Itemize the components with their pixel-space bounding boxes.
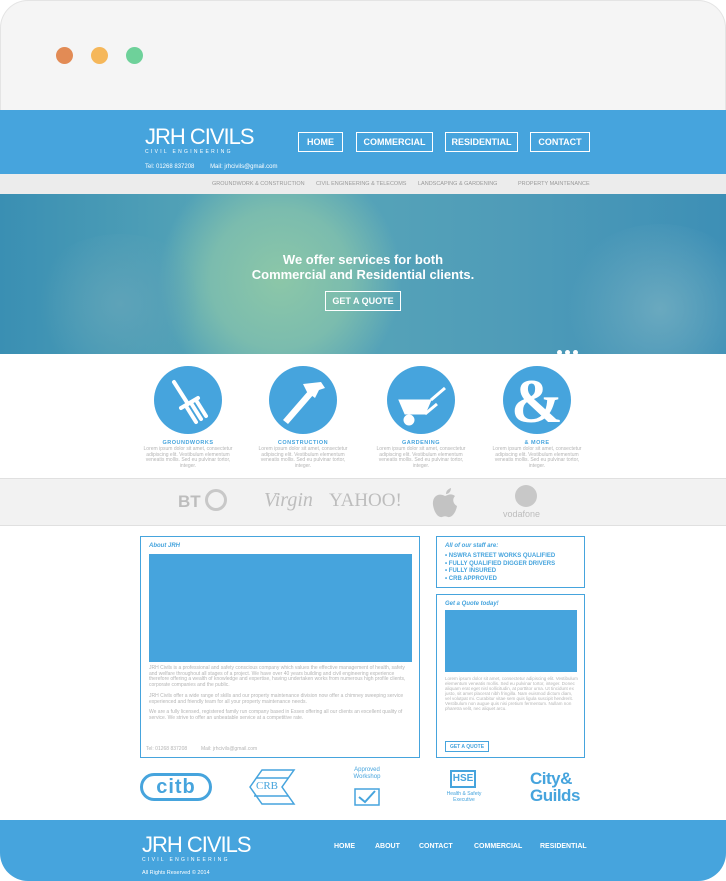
virgin-logo: Virgin [264, 489, 313, 511]
hero-heading-line1: We offer services for both [282, 252, 444, 267]
carousel-dot[interactable] [557, 350, 562, 354]
about-section: About JRH JRH Civils is a professional a… [140, 536, 420, 758]
list-item: • NSWRA STREET WORKS QUALIFIED [445, 553, 556, 559]
list-item: • FULLY INSURED [445, 568, 497, 574]
staff-qualifications-list: • NSWRA STREET WORKS QUALIFIED • FULLY Q… [445, 553, 555, 583]
city-guilds-logo: City& Guilds [530, 770, 580, 804]
footer-logo-subtitle: CIVIL ENGINEERING [142, 857, 230, 863]
subnav-groundwork[interactable]: GROUNDWORK & CONSTRUCTION [212, 181, 305, 187]
crb-text: CRB [256, 780, 279, 792]
fork-icon [154, 366, 222, 434]
vodafone-logo: vodafone [503, 509, 541, 519]
service-description: Lorem ipsum dolor sit amet, consectetur … [258, 446, 348, 469]
yahoo-logo: YAHOO! [329, 490, 402, 511]
staff-title: All of our staff are: [445, 543, 499, 549]
about-paragraph-2: JRH Civils offer a wide range of skills … [149, 693, 404, 705]
about-paragraph-3: We are a fully licensed, registered fami… [149, 709, 403, 721]
hero-heading-line2: Commercial and Residential clients. [251, 267, 475, 282]
hero-get-quote-button[interactable]: GET A QUOTE [325, 291, 401, 311]
nav-home[interactable]: HOME [298, 132, 343, 152]
site-header: JRH CIVILS CIVIL ENGINEERING Tel: 01268 … [0, 110, 726, 174]
header-phone: Tel: 01268 837208 [145, 164, 195, 170]
flower-image-right [560, 224, 726, 354]
carousel-dot[interactable] [573, 350, 578, 354]
browser-window: JRH CIVILS CIVIL ENGINEERING Tel: 01268 … [0, 0, 726, 881]
carousel-dot[interactable] [565, 350, 570, 354]
bt-globe-icon [205, 489, 227, 511]
about-email[interactable]: Mail: jrhcivils@gmail.com [201, 746, 257, 753]
header-contact: Tel: 01268 837208 Mail: jrhcivils@gmail.… [145, 164, 292, 170]
footer-link-residential[interactable]: RESIDENTIAL [540, 843, 587, 850]
about-phone: Tel: 01268 837208 [146, 746, 188, 752]
list-item: • FULLY QUALIFIED DIGGER DRIVERS [445, 560, 556, 567]
footer-copyright: All Rights Reserved © 2014 [142, 870, 210, 876]
quote-section: Get a Quote today! Lorem ipsum dolor sit… [436, 594, 585, 758]
footer-link-commercial[interactable]: COMMERCIAL [474, 843, 522, 850]
vodafone-icon [515, 485, 537, 507]
service-description: Lorem ipsum dolor sit amet, consectetur … [376, 446, 466, 469]
staff-section: All of our staff are: • NSWRA STREET WOR… [436, 536, 585, 588]
footer-link-contact[interactable]: CONTACT [419, 843, 453, 850]
service-construction[interactable]: CONSTRUCTION Lorem ipsum dolor sit amet,… [258, 366, 348, 469]
about-image-placeholder [149, 554, 412, 662]
nav-residential[interactable]: RESIDENTIAL [445, 132, 518, 152]
about-title: About JRH [149, 543, 180, 549]
nav-commercial[interactable]: COMMERCIAL [356, 132, 433, 152]
approved-workshop-label: Approved Workshop [353, 767, 381, 780]
hammer-icon [269, 366, 337, 434]
wheelbarrow-icon [387, 366, 455, 434]
hero-heading: We offer services for both Commercial an… [0, 252, 726, 282]
about-paragraph-1: JRH Civils is a professional and safety … [149, 665, 406, 688]
subnav-civil-engineering[interactable]: CIVIL ENGINEERING & TELECOMS [316, 181, 406, 187]
quote-title: Get a Quote today! [445, 601, 499, 607]
guilds-text: Guilds [530, 786, 580, 805]
footer-link-about[interactable]: ABOUT [375, 843, 400, 850]
footer-logo[interactable]: JRH CIVILS CIVIL ENGINEERING [142, 832, 252, 864]
quote-image-placeholder [445, 610, 577, 672]
close-window-dot[interactable] [56, 47, 73, 64]
logo-text: JRH CIVILS [145, 124, 255, 149]
city-text: City& [530, 769, 572, 788]
bt-logo: BT [178, 492, 201, 511]
service-description: Lorem ipsum dolor sit amet, consectetur … [143, 446, 233, 469]
hse-subtitle: Health & Safety Executive [446, 791, 482, 803]
subnav-property-maintenance[interactable]: PROPERTY MAINTENANCE [518, 181, 590, 187]
logo-subtitle: CIVIL ENGINEERING [145, 149, 233, 155]
approved-workshop-icon [354, 788, 380, 806]
service-more[interactable]: & & MORE Lorem ipsum dolor sit amet, con… [492, 366, 582, 469]
minimize-window-dot[interactable] [91, 47, 108, 64]
apple-logo-icon [432, 488, 458, 523]
carousel-dots [557, 342, 581, 354]
footer-link-home[interactable]: HOME [334, 843, 355, 850]
website: JRH CIVILS CIVIL ENGINEERING Tel: 01268 … [0, 110, 726, 881]
maximize-window-dot[interactable] [126, 47, 143, 64]
site-footer: JRH CIVILS CIVIL ENGINEERING HOME ABOUT … [0, 820, 726, 881]
site-logo[interactable]: JRH CIVILS CIVIL ENGINEERING [145, 124, 255, 156]
sub-navigation: GROUNDWORK & CONSTRUCTION CIVIL ENGINEER… [0, 174, 726, 194]
hero-banner: We offer services for both Commercial an… [0, 194, 726, 354]
svg-text:&: & [511, 368, 563, 434]
quote-get-quote-button[interactable]: GET A QUOTE [445, 741, 489, 752]
quote-description: Lorem ipsum dolor sit amet, consectetur … [445, 676, 578, 711]
service-gardening[interactable]: GARDENING Lorem ipsum dolor sit amet, co… [376, 366, 466, 469]
citb-logo: citb [140, 773, 212, 801]
list-item: • CRB APPROVED [445, 575, 497, 582]
subnav-landscaping[interactable]: LANDSCAPING & GARDENING [418, 181, 497, 187]
footer-logo-text: JRH CIVILS [142, 832, 252, 857]
ampersand-icon: & [503, 366, 571, 436]
service-groundworks[interactable]: GROUNDWORKS Lorem ipsum dolor sit amet, … [143, 366, 233, 469]
header-email[interactable]: Mail: jrhcivils@gmail.com [210, 164, 277, 170]
service-description: Lorem ipsum dolor sit amet, consectetur … [492, 446, 582, 469]
hse-logo: HSE [450, 770, 476, 788]
client-logos: BT Virgin YAHOO! vodafone [0, 478, 726, 526]
nav-contact[interactable]: CONTACT [530, 132, 590, 152]
